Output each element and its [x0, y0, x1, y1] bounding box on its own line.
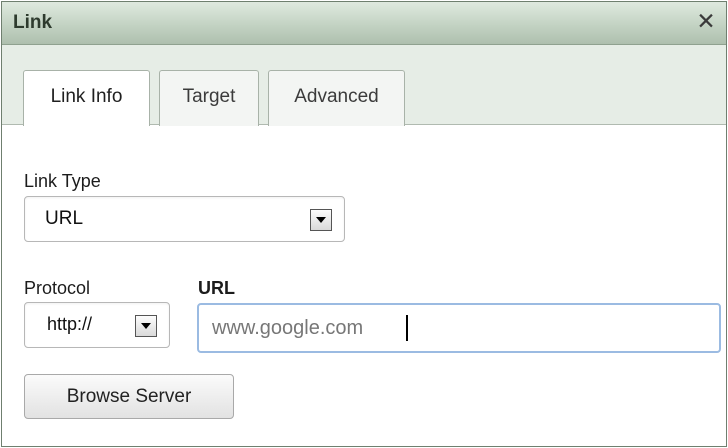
- link-type-select[interactable]: URL: [24, 196, 345, 242]
- url-label: URL: [198, 278, 235, 298]
- link-dialog: Link ✕ Link Info Target Advanced Link Ty…: [1, 1, 727, 447]
- link-type-label: Link Type: [24, 171, 101, 191]
- browse-server-button[interactable]: Browse Server: [24, 374, 234, 419]
- text-caret: [406, 315, 408, 341]
- dialog-title: Link: [13, 12, 53, 33]
- tab-target[interactable]: Target: [159, 70, 259, 126]
- tab-link-info[interactable]: Link Info: [23, 70, 150, 126]
- tab-bar: Link Info Target Advanced: [2, 45, 726, 126]
- protocol-value: http://: [47, 314, 93, 334]
- dialog-titlebar[interactable]: Link ✕: [2, 2, 726, 45]
- protocol-label: Protocol: [24, 278, 91, 298]
- tab-advanced[interactable]: Advanced: [268, 70, 405, 126]
- protocol-select[interactable]: http://: [24, 302, 170, 348]
- chevron-down-icon: [310, 209, 332, 231]
- close-icon[interactable]: ✕: [693, 8, 719, 34]
- link-type-value: URL: [45, 208, 84, 229]
- chevron-down-icon: [135, 315, 157, 337]
- url-input[interactable]: [197, 303, 721, 353]
- link-info-panel: Link Type URL Protocol http:// URL Brows…: [2, 126, 726, 446]
